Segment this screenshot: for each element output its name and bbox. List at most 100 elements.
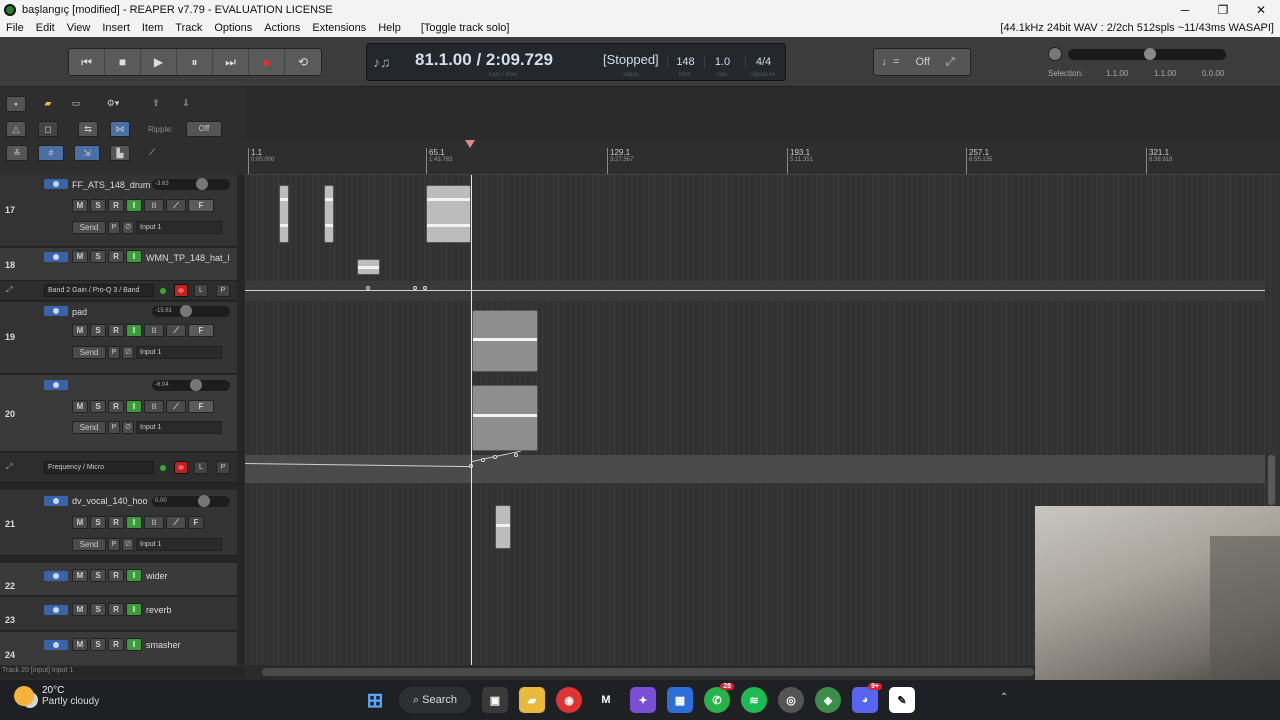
record-arm-button[interactable]: R bbox=[108, 324, 124, 337]
time-signature-display[interactable]: 4/4 bbox=[745, 56, 781, 68]
grid-control[interactable]: ♩= Off ⤢ bbox=[873, 48, 971, 76]
track-io-icon[interactable] bbox=[44, 605, 68, 615]
media-item[interactable] bbox=[279, 185, 289, 243]
envelope-lane-button[interactable]: L bbox=[194, 461, 208, 474]
menu-item[interactable]: Item bbox=[136, 22, 169, 34]
envelope-icon[interactable]: ⟋ bbox=[166, 199, 186, 212]
envelope-lane-button[interactable]: L bbox=[194, 284, 208, 297]
browser-icon[interactable]: ◈ bbox=[815, 687, 841, 713]
solo-button[interactable]: S bbox=[90, 516, 106, 529]
media-item[interactable] bbox=[357, 259, 380, 275]
track-io-icon[interactable] bbox=[44, 571, 68, 581]
record-button[interactable]: ● bbox=[249, 49, 285, 75]
envelope-point[interactable] bbox=[514, 453, 518, 457]
record-arm-button[interactable]: R bbox=[108, 638, 124, 651]
media-item[interactable] bbox=[472, 310, 538, 372]
menu-view[interactable]: View bbox=[61, 22, 97, 34]
parameters-button[interactable]: P bbox=[108, 538, 120, 551]
envelope-icon[interactable]: ⟋ bbox=[166, 324, 186, 337]
volume-fader[interactable]: -15.61 bbox=[152, 305, 230, 317]
selection-start[interactable]: 1.1.00 bbox=[1106, 69, 1128, 78]
mute-button[interactable]: M bbox=[72, 516, 88, 529]
rate-display[interactable]: 1.0 bbox=[704, 56, 740, 68]
media-item[interactable] bbox=[472, 385, 538, 451]
ripple-tool-icon[interactable]: ⟋ bbox=[142, 145, 162, 161]
mute-button[interactable]: M bbox=[72, 603, 88, 616]
undo-arrow-icon[interactable]: ⇧ bbox=[146, 96, 166, 112]
fx-button[interactable]: F bbox=[188, 516, 204, 529]
track-name[interactable]: reverb bbox=[146, 605, 230, 615]
trim-behind-icon[interactable]: ⇆ bbox=[78, 121, 98, 137]
input-monitor-button[interactable]: I bbox=[126, 516, 142, 529]
track-name[interactable]: pad bbox=[72, 307, 150, 317]
audio-device-info[interactable]: [44.1kHz 24bit WAV : 2/2ch 512spls ~11/4… bbox=[1000, 22, 1280, 34]
auto-crossfade-icon[interactable]: ⋈ bbox=[110, 121, 130, 137]
envelope-point[interactable] bbox=[481, 458, 485, 462]
envelope-active-indicator[interactable] bbox=[160, 465, 166, 471]
record-arm-button[interactable]: R bbox=[108, 569, 124, 582]
track-io-icon[interactable] bbox=[44, 640, 68, 650]
selection-end[interactable]: 1.1.00 bbox=[1154, 69, 1176, 78]
store-icon[interactable]: ▦ bbox=[667, 687, 693, 713]
envelope-icon[interactable]: ⟋ bbox=[166, 516, 186, 529]
playhead[interactable] bbox=[471, 175, 472, 665]
go-to-start-button[interactable]: ⏮ bbox=[69, 49, 105, 75]
grid-dropdown-icon[interactable]: ⤢ bbox=[938, 56, 963, 69]
envelope-parameter-select[interactable]: Frequency / Micro bbox=[44, 461, 154, 474]
send-button[interactable]: Send bbox=[72, 346, 106, 359]
pen-app-icon[interactable]: ✎ bbox=[889, 687, 915, 713]
pause-button[interactable]: ⏸ bbox=[177, 49, 213, 75]
file-explorer-icon[interactable]: ▰ bbox=[519, 687, 545, 713]
new-project-icon[interactable]: ▪ bbox=[6, 96, 26, 112]
track-name[interactable]: FF_ATS_148_drum bbox=[72, 180, 150, 190]
record-arm-button[interactable]: R bbox=[108, 603, 124, 616]
solo-button[interactable]: S bbox=[90, 569, 106, 582]
automation-mode-icon[interactable]: ⁝⁝ bbox=[144, 400, 164, 413]
input-monitor-button[interactable]: I bbox=[126, 199, 142, 212]
spotify-icon[interactable]: ≋ bbox=[741, 687, 767, 713]
phase-invert-button[interactable]: ∅ bbox=[122, 346, 134, 359]
locking-icon[interactable]: ▙ bbox=[110, 145, 130, 161]
envelope-point[interactable] bbox=[423, 286, 427, 290]
mute-button[interactable]: M bbox=[72, 324, 88, 337]
m-app-icon[interactable]: M bbox=[593, 687, 619, 713]
track-io-icon[interactable] bbox=[44, 252, 68, 262]
metronome-icon[interactable]: ♪♫ bbox=[373, 54, 391, 70]
envelope-arm-button[interactable] bbox=[174, 461, 188, 474]
mute-button[interactable]: M bbox=[72, 199, 88, 212]
phase-invert-button[interactable]: ∅ bbox=[122, 538, 134, 551]
minimize-button[interactable]: ─ bbox=[1166, 3, 1204, 17]
solo-button[interactable]: S bbox=[90, 250, 106, 263]
track-24[interactable]: 24 M S R I smasher bbox=[0, 632, 237, 665]
reaper-taskbar-icon[interactable]: ◎ bbox=[778, 687, 804, 713]
ripple-mode-dropdown[interactable]: Off bbox=[186, 121, 222, 137]
fx-button[interactable]: F bbox=[188, 324, 214, 337]
volume-fader[interactable]: 0.00 bbox=[152, 495, 230, 507]
discord-icon[interactable]: ◕ 9+ bbox=[852, 683, 882, 713]
volume-fader[interactable]: -3.63 bbox=[152, 178, 230, 190]
track-io-icon[interactable] bbox=[44, 179, 68, 189]
task-view-icon[interactable]: ▣ bbox=[482, 687, 508, 713]
phase-invert-button[interactable]: ∅ bbox=[122, 421, 134, 434]
input-monitor-button[interactable]: I bbox=[126, 250, 142, 263]
metronome-toggle-icon[interactable]: △ bbox=[6, 121, 26, 137]
menu-actions[interactable]: Actions bbox=[258, 22, 306, 34]
parameters-button[interactable]: P bbox=[108, 346, 120, 359]
input-monitor-button[interactable]: I bbox=[126, 603, 142, 616]
envelope-lane-area[interactable] bbox=[245, 281, 1265, 301]
track-io-icon[interactable] bbox=[44, 380, 68, 390]
maximize-button[interactable]: ❐ bbox=[1204, 3, 1242, 17]
play-button[interactable]: ▶ bbox=[141, 49, 177, 75]
snap-toggle-icon[interactable]: ◻ bbox=[38, 121, 58, 137]
envelope-point[interactable] bbox=[366, 286, 370, 290]
mute-button[interactable]: M bbox=[72, 569, 88, 582]
phase-invert-button[interactable]: ∅ bbox=[122, 221, 134, 234]
envelope-arm-button[interactable] bbox=[174, 284, 188, 297]
send-button[interactable]: Send bbox=[72, 538, 106, 551]
whatsapp-icon[interactable]: ✆ 28 bbox=[704, 683, 734, 713]
automation-mode-icon[interactable]: ⁝⁝ bbox=[144, 516, 164, 529]
volume-fader[interactable]: -6.04 bbox=[152, 379, 230, 391]
send-button[interactable]: Send bbox=[72, 421, 106, 434]
track-name[interactable]: wider bbox=[146, 571, 230, 581]
weather-widget[interactable]: 20°C Partly cloudy bbox=[14, 685, 99, 707]
